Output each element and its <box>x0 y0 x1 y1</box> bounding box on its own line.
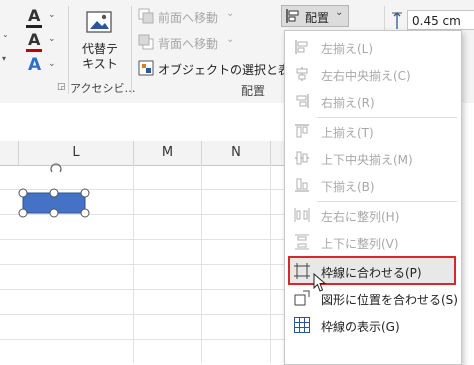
bring-forward-button[interactable]: 前面へ移動 ⌄ <box>138 6 278 26</box>
menu-item-label: 上揃え(T) <box>321 126 374 140</box>
view-gridlines-icon <box>294 317 310 333</box>
chevron-down-icon: ⌄ <box>335 7 344 18</box>
shape-height-icon <box>392 12 402 29</box>
text-highlight-icon: A <box>28 30 41 49</box>
text-effects-icon: A <box>28 55 42 75</box>
alt-text-label: 代替テ キスト <box>81 42 118 71</box>
chevron-down-icon: ⌄ <box>48 34 56 44</box>
shape-height-field[interactable]: 0.45 cm <box>389 10 474 32</box>
menu-item-distribute-horizontal[interactable]: 左右に整列(H) <box>285 202 461 229</box>
menu-item-label: 下揃え(B) <box>321 180 375 194</box>
dialog-launcher-icon[interactable]: ◲ <box>57 82 66 92</box>
alt-text-button[interactable]: 代替テ キスト <box>72 6 128 76</box>
menu-item-align-bottom[interactable]: 下揃え(B) <box>285 172 461 199</box>
align-bottom-icon <box>295 178 309 192</box>
selection-pane-button[interactable]: オブジェクトの選択と表示 <box>138 58 302 78</box>
chevron-down-icon: ⌄ <box>226 34 235 45</box>
gridline <box>0 264 290 265</box>
distribute-horizontal-icon <box>294 208 310 222</box>
align-dropdown-label: 配置 <box>305 11 330 25</box>
send-backward-label: 背面へ移動 <box>158 37 219 51</box>
column-header-m[interactable]: M <box>134 141 202 166</box>
text-highlight-button[interactable]: A ⌄ <box>22 30 62 52</box>
align-left-icon <box>295 40 308 54</box>
snap-to-shape-icon <box>294 290 310 306</box>
menu-item-align-top[interactable]: 上揃え(T) <box>285 118 461 145</box>
menu-item-label: 図形に位置を合わせる(S) <box>321 293 458 307</box>
accessibility-group-label: アクセシビ… <box>70 82 136 95</box>
menu-item-label: 左揃え(L) <box>321 42 374 56</box>
resize-handle[interactable] <box>80 208 90 218</box>
menu-item-view-gridlines[interactable]: 枠線の表示(G) <box>285 312 461 339</box>
menu-item-label: 枠線の表示(G) <box>321 320 400 334</box>
send-backward-button[interactable]: 背面へ移動 ⌄ <box>138 32 278 52</box>
font-color-button[interactable]: A ⌄ <box>22 6 62 28</box>
menu-item-align-right[interactable]: 右揃え(R) <box>285 88 461 115</box>
arrange-group-label: 配置 <box>241 84 266 98</box>
selection-pane-label: オブジェクトの選択と表示 <box>158 63 303 77</box>
resize-handle[interactable] <box>18 188 28 198</box>
align-right-icon <box>296 94 309 108</box>
menu-item-label: 左右に整列(H) <box>321 210 400 224</box>
shape-height-value: 0.45 cm <box>412 14 461 28</box>
menu-item-label: 枠線に合わせる(P) <box>321 266 422 280</box>
chevron-down-icon: ⌄ <box>48 59 56 69</box>
menu-item-align-middle[interactable]: 上下中央揃え(M) <box>285 145 461 172</box>
align-top-icon <box>295 124 309 138</box>
menu-item-align-left[interactable]: 左揃え(L) <box>285 34 461 61</box>
resize-handle[interactable] <box>18 208 28 218</box>
gridline <box>0 239 290 240</box>
menu-item-align-center[interactable]: 左右中央揃え(C) <box>285 61 461 88</box>
menu-item-label: 上下中央揃え(M) <box>321 153 413 167</box>
resize-handle[interactable] <box>49 208 59 218</box>
resize-handle[interactable] <box>80 188 90 198</box>
gridline <box>0 339 290 340</box>
scroll-stepper[interactable]: ⌄ ▾ <box>0 30 12 70</box>
rotation-handle-icon[interactable] <box>50 163 62 173</box>
align-middle-icon <box>295 151 309 165</box>
align-icon <box>286 9 299 23</box>
menu-item-label: 右揃え(R) <box>321 96 375 110</box>
bring-forward-icon <box>138 8 154 24</box>
text-effects-button[interactable]: A ⌄ <box>22 55 62 77</box>
menu-item-label: 上下に整列(V) <box>321 237 399 251</box>
distribute-vertical-icon <box>295 234 309 250</box>
bring-forward-label: 前面へ移動 <box>158 11 219 25</box>
menu-item-label: 左右中央揃え(C) <box>321 69 411 83</box>
column-header-n[interactable]: N <box>202 141 271 166</box>
menu-item-snap-to-shape[interactable]: 図形に位置を合わせる(S) <box>285 285 461 312</box>
menu-item-distribute-vertical[interactable]: 上下に整列(V) <box>285 229 461 256</box>
chevron-down-icon: ⌄ <box>48 10 56 20</box>
chevron-down-icon: ⌄ <box>226 8 235 19</box>
send-backward-icon <box>138 34 154 50</box>
gridline <box>0 314 290 315</box>
alt-text-icon <box>86 11 112 33</box>
resize-handle[interactable] <box>49 188 59 198</box>
selection-pane-icon <box>138 60 154 76</box>
align-dropdown-menu: 左揃え(L) 左右中央揃え(C) 右揃え(R) 上揃え(T) 上下中央揃え(M)… <box>284 30 462 365</box>
snap-to-grid-icon <box>294 263 310 279</box>
align-center-icon <box>296 67 308 81</box>
selected-rectangle-shape[interactable] <box>16 160 96 220</box>
gridline <box>0 289 290 290</box>
font-color-icon: A <box>28 6 41 25</box>
align-dropdown-button[interactable]: 配置 ⌄ <box>281 5 349 27</box>
